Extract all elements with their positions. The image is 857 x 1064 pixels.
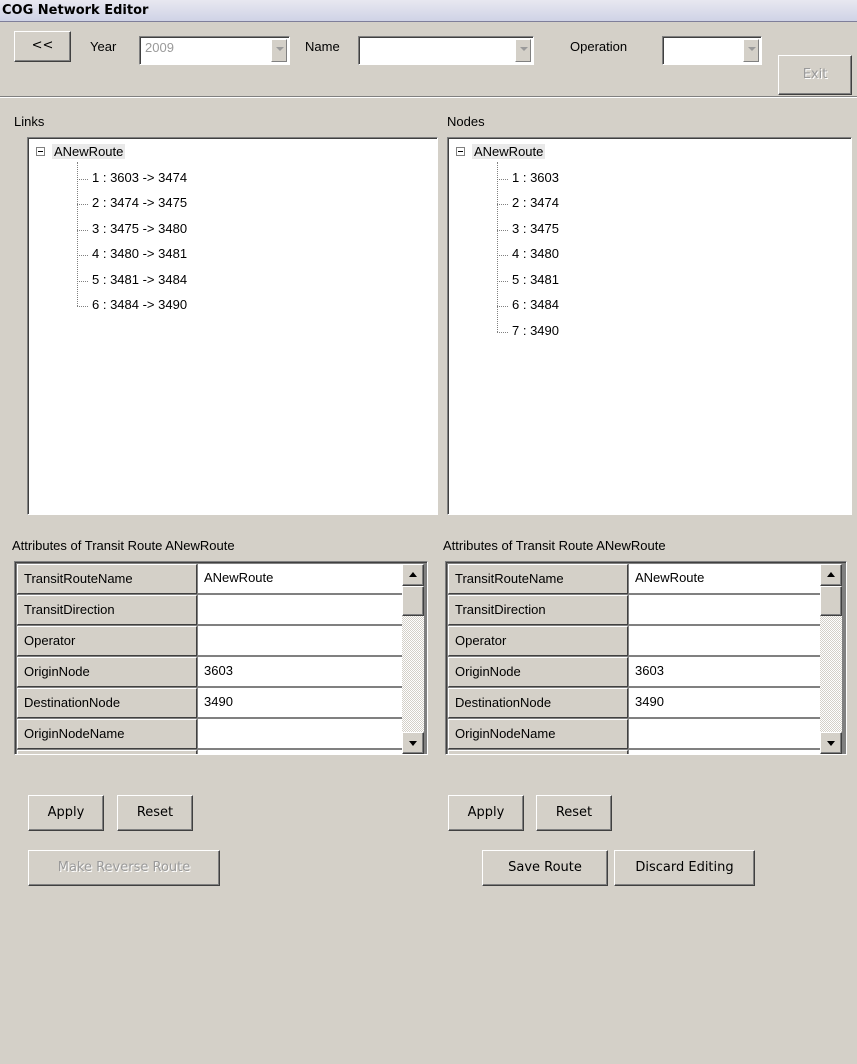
attribute-value[interactable]: [198, 719, 404, 749]
left-attributes-grid[interactable]: TransitRouteName ANewRoute TransitDirectio…: [14, 561, 428, 755]
left-attributes-label: Attributes of Transit Route ANewRoute: [12, 538, 235, 553]
chevron-down-icon[interactable]: [743, 39, 759, 62]
tree-connector: [77, 255, 88, 256]
scroll-down-icon[interactable]: [402, 732, 424, 754]
attribute-name: TransitRouteName: [448, 564, 628, 594]
back-button[interactable]: <<: [14, 31, 71, 62]
attribute-value[interactable]: [629, 626, 822, 656]
right-attributes-grid[interactable]: TransitRouteName ANewRoute TransitDirectio…: [445, 561, 847, 755]
tree-item[interactable]: 6 : 3484: [512, 297, 559, 312]
tree-connector: [497, 255, 508, 256]
attribute-value[interactable]: 3603: [198, 657, 404, 687]
collapse-icon[interactable]: [36, 147, 45, 156]
links-label: Links: [14, 114, 45, 129]
attribute-name: DestinationNode: [17, 688, 197, 718]
tree-item[interactable]: 6 : 3484 -> 3490: [92, 297, 187, 312]
attribute-value[interactable]: 3603: [629, 657, 822, 687]
tree-item[interactable]: 4 : 3480: [512, 246, 559, 261]
tree-item[interactable]: 4 : 3480 -> 3481: [92, 246, 187, 261]
attribute-value[interactable]: 3490: [198, 688, 404, 718]
attribute-name: TransitDirection: [448, 595, 628, 625]
tree-item[interactable]: 5 : 3481: [512, 272, 559, 287]
nodes-label: Nodes: [447, 114, 485, 129]
tree-connector: [497, 280, 508, 282]
tree-connector: [77, 229, 88, 231]
left-reset-button[interactable]: Reset: [117, 795, 193, 831]
year-label: Year: [90, 39, 117, 54]
discard-editing-button[interactable]: Discard Editing: [614, 850, 755, 886]
tree-item[interactable]: 1 : 3603 -> 3474: [92, 170, 187, 185]
collapse-icon[interactable]: [456, 147, 465, 156]
exit-button[interactable]: Exit: [778, 55, 852, 95]
scroll-up-icon[interactable]: [402, 564, 424, 586]
attribute-value[interactable]: ANewRoute: [629, 564, 822, 594]
right-reset-button[interactable]: Reset: [536, 795, 612, 831]
scroll-down-icon[interactable]: [820, 732, 842, 754]
tree-item[interactable]: 7 : 3490: [512, 323, 559, 338]
tree-connector: [497, 229, 508, 231]
attribute-name: OriginNodeName: [448, 719, 628, 749]
tree-connector: [77, 162, 78, 306]
tree-connector: [77, 204, 88, 205]
left-apply-button[interactable]: Apply: [28, 795, 104, 831]
year-select[interactable]: 2009: [139, 36, 290, 65]
attribute-value[interactable]: [198, 750, 404, 754]
tree-connector: [497, 204, 508, 205]
chevron-down-icon[interactable]: [271, 39, 287, 62]
links-root-label: ANewRoute: [52, 144, 126, 159]
tree-connector: [77, 306, 88, 307]
name-select[interactable]: [358, 36, 534, 65]
attribute-name: DestinationNode: [448, 688, 628, 718]
attribute-name: TransitDirection: [17, 595, 197, 625]
attribute-name: OriginNode: [17, 657, 197, 687]
attribute-value[interactable]: [198, 626, 404, 656]
right-attributes-label: Attributes of Transit Route ANewRoute: [443, 538, 666, 553]
tree-connector: [77, 280, 88, 282]
tree-item[interactable]: 2 : 3474 -> 3475: [92, 195, 187, 210]
attribute-name: Operator: [448, 626, 628, 656]
links-tree[interactable]: ANewRoute 1 : 3603 -> 3474 2 : 3474 -> 34…: [27, 137, 438, 515]
nodes-tree[interactable]: ANewRoute 1 : 3603 2 : 3474 3 : 3475 4 : 34…: [447, 137, 852, 515]
tree-item[interactable]: 1 : 3603: [512, 170, 559, 185]
attribute-value[interactable]: ANewRoute: [198, 564, 404, 594]
tree-connector: [497, 306, 508, 307]
attribute-value[interactable]: [198, 595, 404, 625]
attribute-value[interactable]: 3490: [629, 688, 822, 718]
attribute-value[interactable]: [629, 595, 822, 625]
tree-item[interactable]: 5 : 3481 -> 3484: [92, 272, 187, 287]
left-attributes-scrollbar[interactable]: [402, 564, 424, 754]
name-label: Name: [305, 39, 340, 54]
attribute-name: Operator: [17, 626, 197, 656]
nodes-root-label: ANewRoute: [472, 144, 546, 159]
right-attributes-scrollbar[interactable]: [820, 564, 842, 754]
save-route-button[interactable]: Save Route: [482, 850, 608, 886]
scroll-thumb[interactable]: [820, 586, 842, 616]
tree-item[interactable]: 3 : 3475: [512, 221, 559, 236]
operation-select[interactable]: [662, 36, 762, 65]
attribute-name: DestiNodeName: [17, 750, 197, 754]
scroll-up-icon[interactable]: [820, 564, 842, 586]
attribute-name: TransitRouteName: [17, 564, 197, 594]
year-value: 2009: [145, 40, 174, 55]
attribute-name: OriginNodeName: [17, 719, 197, 749]
tree-item[interactable]: 3 : 3475 -> 3480: [92, 221, 187, 236]
chevron-down-icon[interactable]: [515, 39, 531, 62]
tree-item[interactable]: 2 : 3474: [512, 195, 559, 210]
window-title: COG Network Editor: [0, 0, 857, 22]
tree-connector: [497, 331, 508, 333]
toolbar-separator: [0, 96, 857, 98]
tree-connector: [77, 178, 88, 180]
right-apply-button[interactable]: Apply: [448, 795, 524, 831]
make-reverse-route-button[interactable]: Make Reverse Route: [28, 850, 220, 886]
attribute-value[interactable]: [629, 719, 822, 749]
attribute-value[interactable]: [629, 750, 822, 754]
attribute-name: DestiNodeName: [448, 750, 628, 754]
operation-label: Operation: [570, 39, 628, 54]
attribute-name: OriginNode: [448, 657, 628, 687]
tree-connector: [497, 178, 508, 180]
scroll-thumb[interactable]: [402, 586, 424, 616]
